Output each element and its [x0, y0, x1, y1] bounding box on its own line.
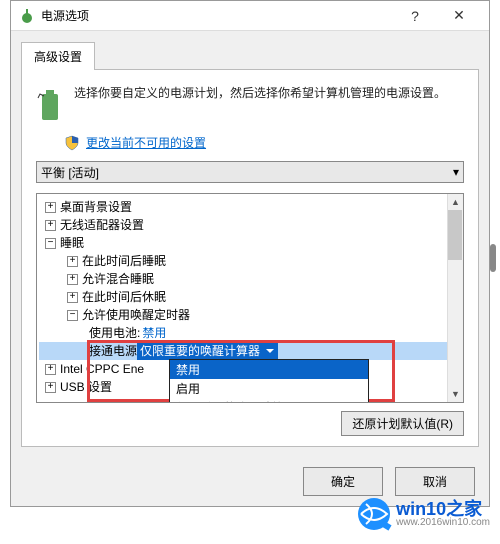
- settings-tree: +桌面背景设置 +无线适配器设置 −睡眠 +在此时间后睡眠 +允许混合睡眠 +在…: [36, 193, 464, 403]
- collapse-icon[interactable]: −: [67, 310, 78, 321]
- dropdown-option-disable[interactable]: 禁用: [170, 360, 368, 379]
- help-button[interactable]: ?: [393, 2, 437, 30]
- tree-node-wireless[interactable]: +无线适配器设置: [39, 216, 461, 234]
- tree-node-wake-timers[interactable]: −允许使用唤醒定时器: [39, 306, 461, 324]
- close-button[interactable]: ✕: [437, 2, 481, 30]
- description-text: 选择你要自定义的电源计划，然后选择你希望计算机管理的电源设置。: [74, 84, 446, 124]
- tree-node-sleep[interactable]: −睡眠: [39, 234, 461, 252]
- outer-scrollbar-fragment: [490, 244, 496, 272]
- expand-icon[interactable]: +: [67, 256, 78, 267]
- titlebar: 电源选项 ? ✕: [11, 1, 489, 31]
- expand-icon[interactable]: +: [45, 364, 56, 375]
- collapse-icon[interactable]: −: [45, 238, 56, 249]
- tab-strip: 高级设置: [11, 31, 489, 69]
- dropdown-option-enable[interactable]: 启用: [170, 379, 368, 398]
- tab-advanced[interactable]: 高级设置: [21, 42, 95, 70]
- watermark-brand: win10之家: [396, 500, 490, 518]
- tree-node-hybrid-sleep[interactable]: +允许混合睡眠: [39, 270, 461, 288]
- battery-icon: [36, 84, 64, 124]
- plugged-in-dropdown-list: 禁用 启用 仅限重要的唤醒计算器: [169, 359, 369, 403]
- chevron-down-icon: ▾: [453, 165, 459, 179]
- plan-select[interactable]: 平衡 [活动] ▾: [36, 161, 464, 183]
- expand-icon[interactable]: +: [45, 382, 56, 393]
- expand-icon[interactable]: +: [67, 274, 78, 285]
- watermark: win10之家 www.2016win10.com: [356, 496, 490, 532]
- tree-scrollbar[interactable]: ▲ ▼: [447, 194, 463, 402]
- tree-node-sleep-after[interactable]: +在此时间后睡眠: [39, 252, 461, 270]
- globe-icon: [356, 496, 392, 532]
- shield-icon: [64, 135, 80, 151]
- restore-defaults-button[interactable]: 还原计划默认值(R): [341, 411, 464, 436]
- tree-node-hibernate-after[interactable]: +在此时间后休眠: [39, 288, 461, 306]
- window-title: 电源选项: [41, 7, 393, 24]
- scroll-up-icon[interactable]: ▲: [448, 194, 463, 210]
- tree-node-plugged-in[interactable]: 接通电源仅限重要的唤醒计算器: [39, 342, 461, 360]
- power-plan-icon: [19, 8, 35, 24]
- plugged-in-dropdown[interactable]: 仅限重要的唤醒计算器: [137, 342, 278, 360]
- tree-node-on-battery[interactable]: 使用电池:禁用: [39, 324, 461, 342]
- scroll-down-icon[interactable]: ▼: [448, 386, 463, 402]
- expand-icon[interactable]: +: [45, 220, 56, 231]
- cancel-button[interactable]: 取消: [395, 467, 475, 496]
- ok-button[interactable]: 确定: [303, 467, 383, 496]
- on-battery-value[interactable]: 禁用: [142, 324, 166, 342]
- scroll-thumb[interactable]: [448, 210, 462, 260]
- expand-icon[interactable]: +: [45, 202, 56, 213]
- power-options-dialog: 电源选项 ? ✕ 高级设置 选择你要自定义的电源计划，然后选择你希望计算机管理的…: [10, 0, 490, 507]
- expand-icon[interactable]: +: [67, 292, 78, 303]
- watermark-url: www.2016win10.com: [396, 518, 490, 528]
- plan-select-value: 平衡 [活动]: [41, 164, 99, 181]
- unavailable-settings-link[interactable]: 更改当前不可用的设置: [86, 134, 206, 151]
- tab-body: 选择你要自定义的电源计划，然后选择你希望计算机管理的电源设置。 更改当前不可用的…: [21, 69, 479, 447]
- dropdown-option-important-only[interactable]: 仅限重要的唤醒计算器: [170, 398, 368, 403]
- tree-node-desktop-bg[interactable]: +桌面背景设置: [39, 198, 461, 216]
